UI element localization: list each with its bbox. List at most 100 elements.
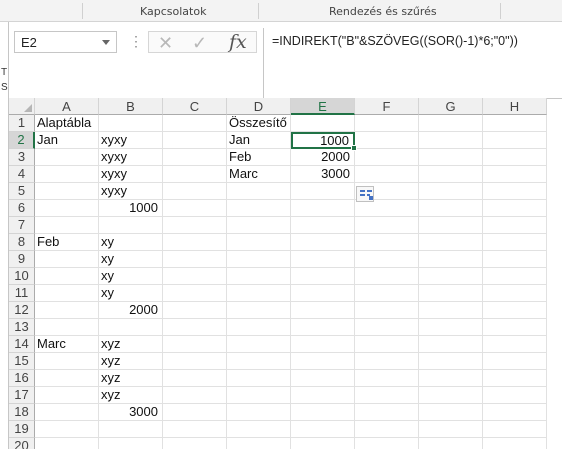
check-icon[interactable]: ✓ xyxy=(192,33,207,54)
cell-e2[interactable]: 1000 xyxy=(291,132,355,149)
cell-c12[interactable] xyxy=(163,302,227,319)
cell-e10[interactable] xyxy=(291,268,355,285)
select-all-corner[interactable] xyxy=(9,98,35,115)
cell-c20[interactable] xyxy=(163,438,227,449)
cell-h12[interactable] xyxy=(483,302,547,319)
cell-h1[interactable] xyxy=(483,115,547,132)
cell-g11[interactable] xyxy=(419,285,483,302)
cell-g14[interactable] xyxy=(419,336,483,353)
cell-h20[interactable] xyxy=(483,438,547,449)
cell-f13[interactable] xyxy=(355,319,419,336)
cell-d13[interactable] xyxy=(227,319,291,336)
cell-a12[interactable] xyxy=(35,302,99,319)
cell-f20[interactable] xyxy=(355,438,419,449)
row-header-10[interactable]: 10 xyxy=(9,268,35,285)
cell-g13[interactable] xyxy=(419,319,483,336)
cell-h16[interactable] xyxy=(483,370,547,387)
row-header-6[interactable]: 6 xyxy=(9,200,35,217)
cell-b9[interactable]: xy xyxy=(99,251,163,268)
cell-c11[interactable] xyxy=(163,285,227,302)
cell-c13[interactable] xyxy=(163,319,227,336)
row-header-11[interactable]: 11 xyxy=(9,285,35,302)
cell-b5[interactable]: xyxy xyxy=(99,183,163,200)
cell-c6[interactable] xyxy=(163,200,227,217)
cell-h4[interactable] xyxy=(483,166,547,183)
more-options-icon[interactable]: ⋮ xyxy=(129,33,143,50)
cell-a10[interactable] xyxy=(35,268,99,285)
cell-b6[interactable]: 1000 xyxy=(99,200,163,217)
cell-f11[interactable] xyxy=(355,285,419,302)
chevron-down-icon[interactable] xyxy=(102,40,110,45)
cell-c19[interactable] xyxy=(163,421,227,438)
row-header-16[interactable]: 16 xyxy=(9,370,35,387)
cell-h7[interactable] xyxy=(483,217,547,234)
cell-h2[interactable] xyxy=(483,132,547,149)
cell-g1[interactable] xyxy=(419,115,483,132)
cell-a2[interactable]: Jan xyxy=(35,132,99,149)
cell-e3[interactable]: 2000 xyxy=(291,149,355,166)
cell-e20[interactable] xyxy=(291,438,355,449)
cell-h17[interactable] xyxy=(483,387,547,404)
cell-d12[interactable] xyxy=(227,302,291,319)
cell-a15[interactable] xyxy=(35,353,99,370)
cell-b15[interactable]: xyz xyxy=(99,353,163,370)
cell-e16[interactable] xyxy=(291,370,355,387)
column-header-h[interactable]: H xyxy=(483,98,547,115)
cell-g12[interactable] xyxy=(419,302,483,319)
cell-d10[interactable] xyxy=(227,268,291,285)
cell-f19[interactable] xyxy=(355,421,419,438)
row-header-12[interactable]: 12 xyxy=(9,302,35,319)
cell-f14[interactable] xyxy=(355,336,419,353)
cell-d7[interactable] xyxy=(227,217,291,234)
cell-a13[interactable] xyxy=(35,319,99,336)
cell-c15[interactable] xyxy=(163,353,227,370)
cell-a7[interactable] xyxy=(35,217,99,234)
cell-d2[interactable]: Jan xyxy=(227,132,291,149)
cell-c4[interactable] xyxy=(163,166,227,183)
cell-f6[interactable] xyxy=(355,200,419,217)
column-header-g[interactable]: G xyxy=(419,98,483,115)
cell-f7[interactable] xyxy=(355,217,419,234)
row-header-3[interactable]: 3 xyxy=(9,149,35,166)
cell-e11[interactable] xyxy=(291,285,355,302)
cell-f15[interactable] xyxy=(355,353,419,370)
cell-e19[interactable] xyxy=(291,421,355,438)
cell-b4[interactable]: xyxy xyxy=(99,166,163,183)
cell-b7[interactable] xyxy=(99,217,163,234)
cell-b16[interactable]: xyz xyxy=(99,370,163,387)
cell-d17[interactable] xyxy=(227,387,291,404)
cell-d19[interactable] xyxy=(227,421,291,438)
cell-b12[interactable]: 2000 xyxy=(99,302,163,319)
cell-h13[interactable] xyxy=(483,319,547,336)
row-header-20[interactable]: 20 xyxy=(9,438,35,449)
cell-c14[interactable] xyxy=(163,336,227,353)
cell-g8[interactable] xyxy=(419,234,483,251)
cell-e13[interactable] xyxy=(291,319,355,336)
column-header-e[interactable]: E xyxy=(291,98,355,115)
cell-d15[interactable] xyxy=(227,353,291,370)
row-header-13[interactable]: 13 xyxy=(9,319,35,336)
cell-b2[interactable]: xyxy xyxy=(99,132,163,149)
cell-h8[interactable] xyxy=(483,234,547,251)
cell-b19[interactable] xyxy=(99,421,163,438)
cell-c2[interactable] xyxy=(163,132,227,149)
cell-e9[interactable] xyxy=(291,251,355,268)
cell-g20[interactable] xyxy=(419,438,483,449)
cell-h18[interactable] xyxy=(483,404,547,421)
cell-d16[interactable] xyxy=(227,370,291,387)
cell-a16[interactable] xyxy=(35,370,99,387)
row-header-18[interactable]: 18 xyxy=(9,404,35,421)
cell-a9[interactable] xyxy=(35,251,99,268)
cell-h14[interactable] xyxy=(483,336,547,353)
cell-g10[interactable] xyxy=(419,268,483,285)
cell-e6[interactable] xyxy=(291,200,355,217)
row-header-15[interactable]: 15 xyxy=(9,353,35,370)
cell-h10[interactable] xyxy=(483,268,547,285)
cell-c16[interactable] xyxy=(163,370,227,387)
formula-input[interactable]: =INDIREKT("B"&SZÖVEG((SOR()-1)*6;"0")) xyxy=(263,28,562,98)
cell-f2[interactable] xyxy=(355,132,419,149)
row-header-2[interactable]: 2 xyxy=(9,132,35,149)
cell-b18[interactable]: 3000 xyxy=(99,404,163,421)
name-box[interactable]: E2 xyxy=(14,31,117,53)
cell-c5[interactable] xyxy=(163,183,227,200)
